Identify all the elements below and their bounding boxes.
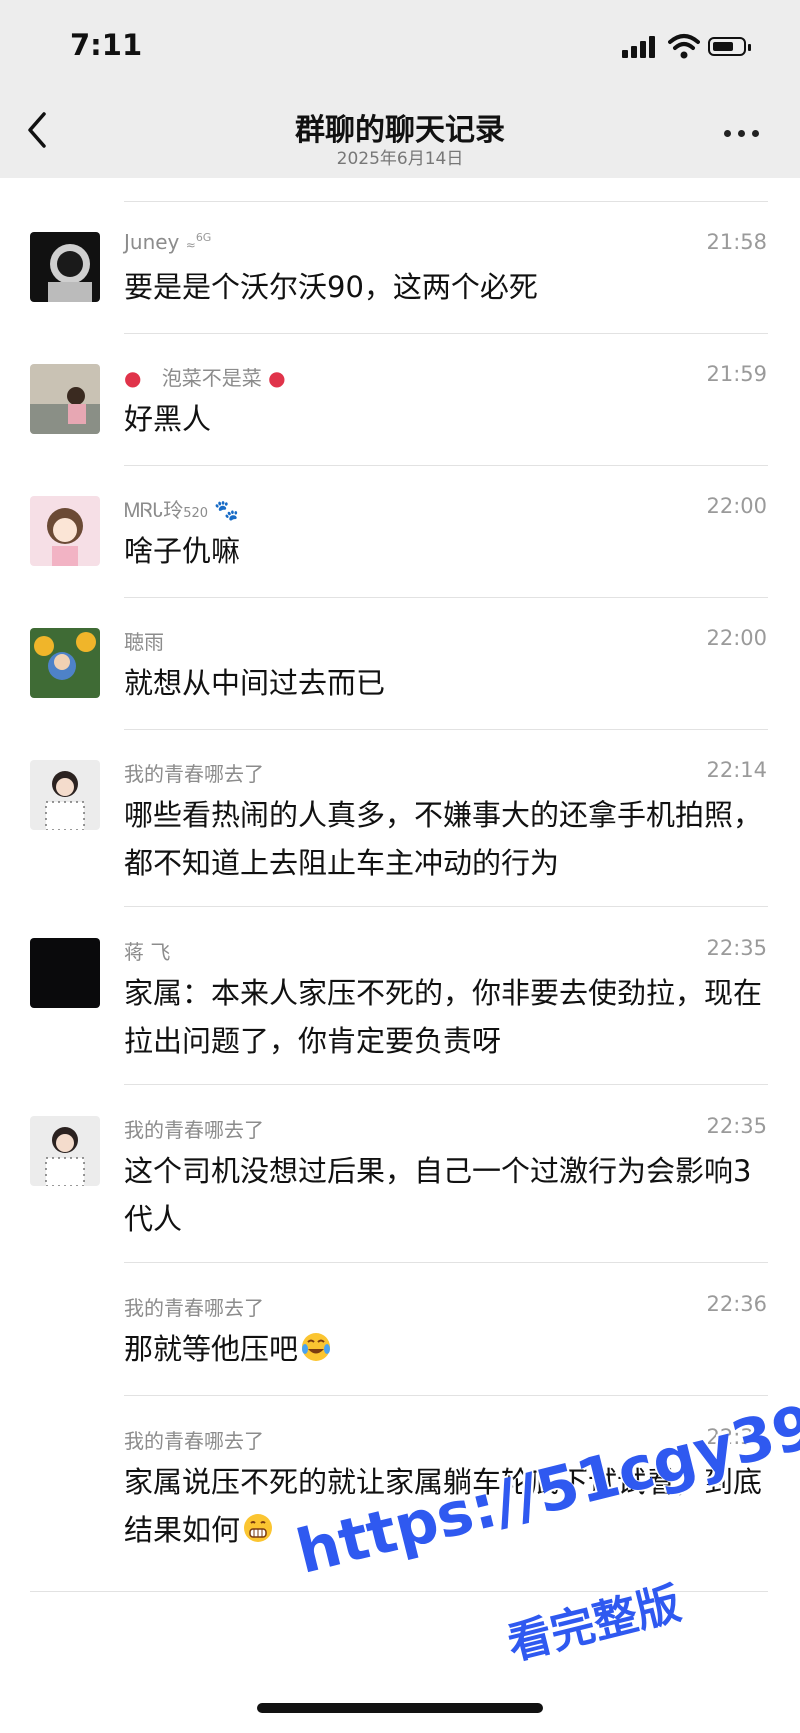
top-bar: 7:11 群聊的聊天记录 2025年6月14日 [0, 0, 800, 178]
home-indicator[interactable] [257, 1703, 543, 1713]
message-time: 21:58 [706, 230, 767, 254]
avatar[interactable] [30, 232, 100, 302]
message-item[interactable]: 我的青春哪去了 22:14 哪些看热闹的人真多，不嫌事大的还拿手机拍照，都不知道… [0, 750, 800, 890]
divider [124, 906, 768, 907]
avatar[interactable] [30, 1116, 100, 1186]
sender-name: 我的青春哪去了 [124, 1296, 264, 1320]
avatar[interactable] [30, 938, 100, 1008]
message-text: 家属：本来人家压不死的，你非要去使劲拉，现在拉出问题了，你肯定要负责呀 [124, 976, 763, 1058]
divider [124, 1395, 768, 1396]
message-time: 22:36 [706, 1292, 767, 1316]
wifi-icon [668, 34, 700, 59]
balloon-icon: ● [124, 366, 142, 390]
message-text: 这个司机没想过后果，自己一个过激行为会影响3代人 [124, 1154, 752, 1236]
divider [124, 1084, 768, 1085]
message-item[interactable]: ᎷᏒᏓ玲520 🐾 22:00 啥子仇嘛 [0, 486, 800, 586]
message-text: 啥子仇嘛 [124, 534, 241, 568]
message-text: 好黑人 [124, 402, 212, 436]
page-title: 群聊的聊天记录 [295, 113, 505, 148]
status-icons [622, 32, 762, 62]
paw-icon: 🐾 [214, 498, 240, 522]
page-subtitle: 2025年6月14日 [336, 149, 464, 169]
sender-name: 我的青春哪去了 [124, 1429, 264, 1453]
divider [124, 333, 768, 334]
avatar[interactable] [30, 628, 100, 698]
divider [124, 465, 768, 466]
sender-name: ᎷᏒᏓ玲520 🐾 [124, 498, 240, 522]
message-time: 21:59 [706, 362, 767, 386]
message-time: 22:35 [706, 1114, 767, 1138]
sender-name: 蒋 飞 [124, 940, 171, 964]
message-time: 22:35 [706, 936, 767, 960]
status-time: 7:11 [70, 28, 143, 62]
battery-icon [708, 37, 746, 56]
avatar[interactable] [30, 496, 100, 566]
message-time: 22:00 [706, 626, 767, 650]
wifi-badge-icon: ≈ [185, 238, 196, 252]
sender-name: ● 泡菜不是菜 ● [124, 366, 286, 390]
avatar[interactable] [30, 364, 100, 434]
sender-name: Juney ≈6G [124, 230, 212, 254]
more-icon [724, 130, 731, 137]
message-time: 22:14 [706, 758, 767, 782]
message-text: 那就等他压吧 [124, 1325, 764, 1373]
message-text: 哪些看热闹的人真多，不嫌事大的还拿手机拍照，都不知道上去阻止车主冲动的行为 [124, 798, 763, 880]
sender-name: 我的青春哪去了 [124, 1118, 264, 1142]
message-item[interactable]: Juney ≈6G 21:58 要是是个沃尔沃90，这两个必死 [0, 222, 800, 322]
message-time: 22:00 [706, 494, 767, 518]
message-item[interactable]: 蒋 飞 22:35 家属：本来人家压不死的，你非要去使劲拉，现在拉出问题了，你肯… [0, 928, 800, 1068]
watermark-label: 看完整版 [502, 1578, 686, 1671]
avatar[interactable] [30, 760, 100, 830]
message-item[interactable]: 聴雨 22:00 就想从中间过去而已 [0, 618, 800, 718]
message-item[interactable]: 我的青春哪去了 22:36 那就等他压吧 [0, 1284, 800, 1384]
divider [124, 1262, 768, 1263]
balloon-icon: ● [268, 366, 286, 390]
message-text: 要是是个沃尔沃90，这两个必死 [124, 270, 538, 304]
divider [124, 201, 768, 202]
laugh-cry-emoji [302, 1333, 331, 1361]
message-item[interactable]: ● 泡菜不是菜 ● 21:59 好黑人 [0, 354, 800, 454]
divider [124, 597, 768, 598]
message-item[interactable]: 我的青春哪去了 22:35 这个司机没想过后果，自己一个过激行为会影响3代人 [0, 1106, 800, 1246]
divider [124, 729, 768, 730]
grin-emoji [244, 1514, 273, 1542]
more-button[interactable] [724, 130, 764, 142]
sender-name: 聴雨 [124, 630, 164, 654]
sender-name: 我的青春哪去了 [124, 762, 264, 786]
message-text: 就想从中间过去而已 [124, 666, 386, 700]
